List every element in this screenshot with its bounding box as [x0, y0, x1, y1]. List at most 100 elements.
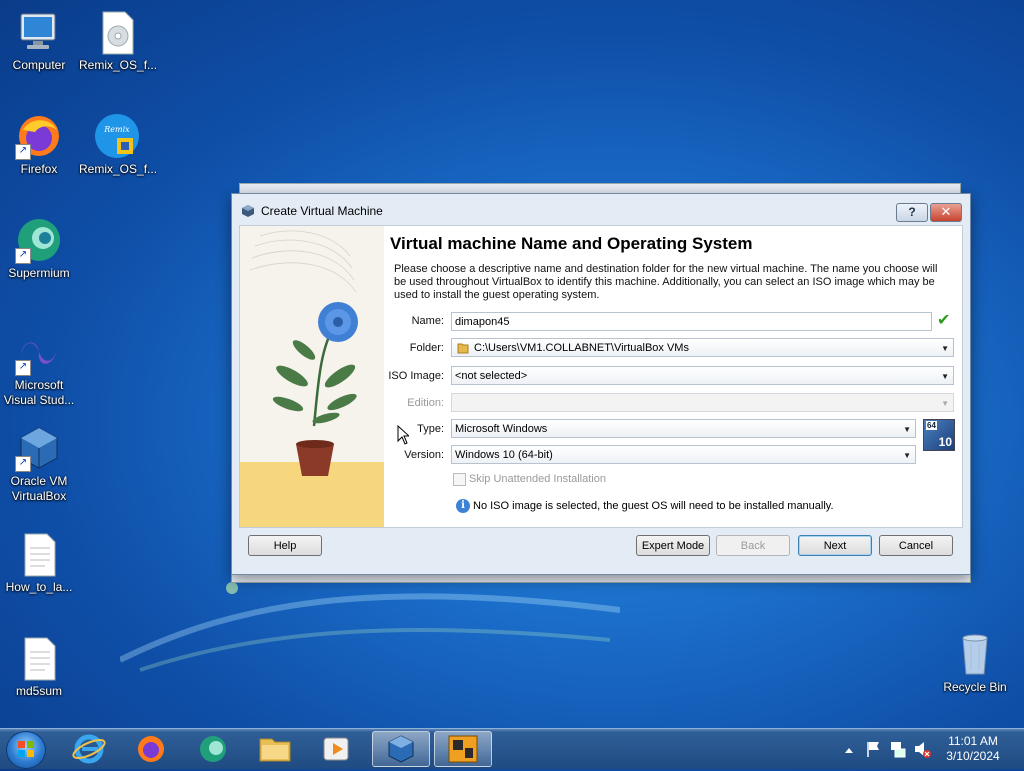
shortcut-arrow-icon: ↗ — [15, 248, 31, 264]
version-combobox[interactable]: Windows 10 (64-bit) ▼ — [451, 445, 916, 464]
skip-unattended-checkbox — [453, 473, 466, 486]
skip-unattended-label: Skip Unattended Installation — [469, 473, 606, 485]
computer-icon — [15, 8, 63, 56]
remix-installer-icon — [448, 735, 478, 763]
desktop-icon-md5sum[interactable]: md5sum — [1, 634, 77, 699]
disc-image-file-icon — [93, 8, 141, 56]
internet-explorer-icon — [72, 734, 106, 764]
windows-logo-icon — [18, 741, 34, 757]
desktop-icon-supermium[interactable]: ↗ Supermium — [1, 216, 77, 281]
folder-icon — [259, 738, 291, 762]
os-type-windows10-64-icon: 64 10 — [923, 419, 955, 451]
show-hidden-icons-icon[interactable] — [842, 729, 856, 769]
chevron-down-icon: ▼ — [941, 399, 949, 408]
info-icon: i — [456, 499, 470, 513]
wizard-page-heading: Virtual machine Name and Operating Syste… — [390, 234, 753, 253]
os-badge-version: 10 — [938, 435, 952, 449]
desktop-icon-virtualbox[interactable]: ↗ Oracle VM VirtualBox — [1, 424, 77, 504]
chevron-down-icon: ▼ — [941, 372, 949, 381]
taskbar-media-player[interactable] — [310, 731, 364, 767]
firefox-icon — [138, 736, 164, 762]
mouse-cursor-icon — [397, 425, 409, 445]
shortcut-arrow-icon: ↗ — [15, 360, 31, 376]
shortcut-arrow-icon: ↗ — [15, 456, 31, 472]
name-input[interactable]: dimapon45 — [451, 312, 932, 331]
edition-label: Edition: — [407, 397, 444, 409]
firefox-icon: ↗ — [15, 112, 63, 160]
desktop-icon-label: Remix_OS_f... — [79, 162, 158, 176]
taskbar-internet-explorer[interactable] — [62, 731, 116, 767]
iso-image-label: ISO Image: — [388, 370, 444, 382]
chevron-down-icon: ▼ — [941, 344, 949, 353]
name-label: Name: — [411, 315, 444, 327]
taskbar-supermium[interactable] — [186, 731, 240, 767]
type-combobox[interactable]: Microsoft Windows ▼ — [451, 419, 916, 438]
recycle-bin-icon — [951, 630, 999, 678]
desktop-icon-visual-studio[interactable]: ↗ Microsoft Visual Stud... — [1, 328, 77, 408]
os-badge-bits: 64 — [926, 421, 937, 430]
virtualbox-icon — [388, 735, 414, 763]
iso-image-combobox[interactable]: <not selected> ▼ — [451, 366, 954, 385]
desktop-icon-label: Recycle Bin — [943, 680, 1007, 694]
shortcut-arrow-icon: ↗ — [15, 144, 31, 160]
type-label: Type: — [417, 423, 444, 435]
wizard-illustration — [240, 226, 384, 527]
help-button[interactable]: Help — [248, 535, 322, 556]
media-player-icon — [323, 737, 349, 761]
remix-os-icon: Remix — [93, 112, 141, 160]
back-button[interactable]: Back — [716, 535, 790, 556]
visual-studio-icon: ↗ — [15, 328, 63, 376]
wizard-page-description: Please choose a descriptive name and des… — [394, 263, 938, 301]
iso-image-value: <not selected> — [455, 370, 528, 382]
edition-combobox: ▼ — [451, 393, 954, 412]
titlebar-help-button[interactable]: ? — [896, 203, 928, 222]
next-button[interactable]: Next — [798, 535, 872, 556]
network-icon[interactable] — [888, 729, 908, 769]
dialog-content: Virtual machine Name and Operating Syste… — [239, 225, 963, 528]
desktop-icon-label: Supermium — [8, 266, 70, 280]
cancel-button[interactable]: Cancel — [879, 535, 953, 556]
text-file-icon — [15, 530, 63, 578]
volume-muted-icon[interactable] — [912, 729, 932, 769]
dialog-title: Create Virtual Machine — [261, 204, 383, 218]
desktop-icon-label: Microsoft Visual Stud... — [3, 378, 75, 407]
version-label: Version: — [404, 449, 444, 461]
chevron-down-icon: ▼ — [903, 425, 911, 434]
folder-label: Folder: — [409, 342, 444, 354]
dialog-titlebar[interactable]: Create Virtual Machine ? ✕ — [232, 194, 970, 226]
action-center-flag-icon[interactable] — [864, 729, 882, 769]
supermium-icon: ↗ — [15, 216, 63, 264]
desktop-icon-label: Computer — [12, 58, 66, 72]
chevron-down-icon: ▼ — [903, 451, 911, 460]
folder-icon — [457, 343, 469, 354]
clock-date: 3/10/2024 — [946, 749, 1000, 763]
taskbar-virtualbox[interactable] — [372, 731, 430, 767]
info-message: No ISO image is selected, the guest OS w… — [473, 500, 834, 512]
virtualbox-icon: ↗ — [15, 424, 63, 472]
expert-mode-button[interactable]: Expert Mode — [636, 535, 710, 556]
taskbar-file-explorer[interactable] — [248, 731, 302, 767]
taskbar-firefox[interactable] — [124, 731, 178, 767]
desktop-icon-firefox[interactable]: ↗ Firefox — [1, 112, 77, 177]
svg-text:Remix: Remix — [103, 125, 130, 134]
desktop-icon-computer[interactable]: Computer — [1, 8, 77, 73]
desktop-icon-remix-iso[interactable]: Remix_OS_f... — [79, 8, 158, 73]
titlebar-close-button[interactable]: ✕ — [930, 203, 962, 222]
system-clock[interactable]: 11:01 AM 3/10/2024 — [930, 734, 1016, 764]
folder-combobox[interactable]: C:\Users\VM1.COLLABNET\VirtualBox VMs ▼ — [451, 338, 954, 357]
taskbar-remix-os-installer[interactable] — [434, 731, 492, 767]
desktop-icon-remix-os[interactable]: Remix Remix_OS_f... — [79, 112, 158, 177]
version-value: Windows 10 (64-bit) — [455, 449, 553, 461]
start-button[interactable] — [6, 731, 46, 769]
desktop-icon-howto-file[interactable]: How_to_la... — [1, 530, 77, 595]
desktop-icon-label: How_to_la... — [5, 580, 73, 594]
type-value: Microsoft Windows — [455, 423, 548, 435]
valid-checkmark-icon: ✔ — [937, 312, 951, 329]
desktop-icon-label: md5sum — [15, 684, 62, 698]
supermium-icon — [200, 736, 226, 762]
desktop-icon-label: Remix_OS_f... — [79, 58, 158, 72]
create-vm-dialog: Create Virtual Machine ? ✕ Virtual machi… — [231, 193, 971, 575]
taskbar: 11:01 AM 3/10/2024 — [0, 728, 1024, 769]
virtualbox-icon — [242, 205, 254, 217]
desktop-icon-recycle-bin[interactable]: Recycle Bin — [937, 630, 1013, 695]
